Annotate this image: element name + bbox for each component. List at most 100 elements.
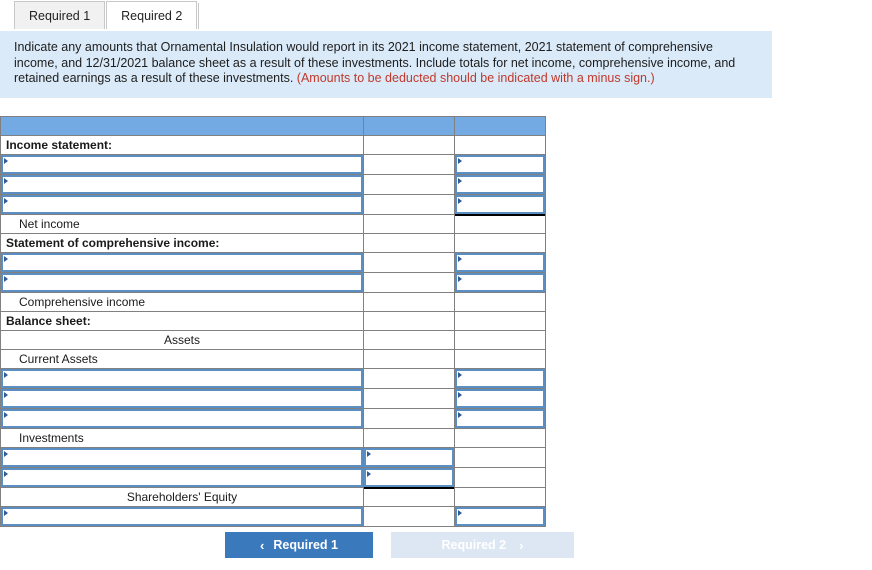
table-row: Comprehensive income [0, 292, 546, 312]
row-right-cell [454, 487, 546, 507]
row-mid-cell [363, 135, 455, 155]
row-label: Balance sheet: [6, 314, 91, 328]
navigation-bar: ‹ Required 1 Required 2 › [0, 532, 872, 562]
amount-input[interactable] [455, 155, 545, 174]
account-select[interactable] [1, 468, 363, 487]
row-label-cell [0, 272, 364, 293]
amount-input[interactable] [455, 389, 545, 408]
tab-required-1-label: Required 1 [29, 8, 91, 23]
amount-input[interactable] [364, 448, 454, 467]
account-select[interactable] [1, 507, 363, 526]
tab-strip-left-edge [0, 1, 14, 29]
row-label-cell: Investments [0, 428, 364, 448]
account-select[interactable] [1, 369, 363, 388]
row-label-cell [0, 408, 364, 429]
amount-input[interactable] [455, 175, 545, 194]
row-mid-cell [363, 428, 455, 448]
amount-input[interactable] [364, 468, 454, 487]
row-right-cell [454, 368, 546, 389]
amount-input[interactable] [455, 507, 545, 526]
tab-required-2[interactable]: Required 2 [106, 1, 198, 29]
account-select[interactable] [1, 155, 363, 174]
table-row: Balance sheet: [0, 311, 546, 331]
table-row: Shareholders' Equity [0, 487, 546, 507]
chevron-right-icon: › [519, 537, 524, 553]
row-right-cell [454, 292, 546, 312]
row-label-cell [0, 447, 364, 468]
row-label-cell: Comprehensive income [0, 292, 364, 312]
row-mid-cell [363, 311, 455, 331]
row-mid-cell [363, 506, 455, 527]
row-right-cell [454, 330, 546, 350]
required-2-nav-button[interactable]: Required 2 › [391, 532, 574, 558]
tab-strip: Required 1 Required 2 [0, 0, 872, 29]
row-mid-cell [363, 349, 455, 369]
row-mid-cell [363, 368, 455, 389]
chevron-left-icon: ‹ [260, 537, 265, 553]
row-label: Statement of comprehensive income: [6, 236, 220, 250]
row-label-cell: Shareholders' Equity [0, 487, 364, 507]
amount-input[interactable] [455, 369, 545, 388]
account-select[interactable] [1, 409, 363, 428]
row-label-cell: Balance sheet: [0, 311, 364, 331]
account-select[interactable] [1, 448, 363, 467]
table-row [0, 272, 546, 293]
account-select[interactable] [1, 389, 363, 408]
row-right-cell [454, 214, 546, 234]
row-mid-cell [363, 330, 455, 350]
row-right-cell [454, 506, 546, 527]
row-mid-cell [363, 174, 455, 195]
account-select[interactable] [1, 273, 363, 292]
row-right-cell [454, 272, 546, 293]
row-mid-cell [363, 467, 455, 488]
row-label-cell [0, 388, 364, 409]
worksheet-table: Income statement: Net income Statement o… [0, 116, 546, 527]
row-label: Investments [19, 431, 84, 445]
row-mid-cell [363, 252, 455, 273]
account-select[interactable] [1, 195, 363, 214]
required-1-nav-label: Required 1 [273, 538, 338, 552]
row-mid-cell [363, 487, 455, 507]
row-mid-cell [363, 233, 455, 253]
table-row [0, 154, 546, 175]
row-right-cell [454, 408, 546, 429]
row-right-cell [454, 388, 546, 409]
row-right-cell [454, 174, 546, 195]
table-row: Investments [0, 428, 546, 448]
instructions-panel: Indicate any amounts that Ornamental Ins… [0, 31, 772, 98]
table-row: Current Assets [0, 349, 546, 369]
amount-input[interactable] [455, 273, 545, 292]
row-label-cell [0, 174, 364, 195]
required-1-nav-button[interactable]: ‹ Required 1 [225, 532, 373, 558]
row-right-cell [454, 428, 546, 448]
worksheet-body: Income statement: Net income Statement o… [0, 116, 546, 527]
account-select[interactable] [1, 175, 363, 194]
row-right-cell [454, 154, 546, 175]
row-label-cell [0, 368, 364, 389]
table-row: Income statement: [0, 135, 546, 155]
tab-required-1[interactable]: Required 1 [14, 1, 106, 29]
row-label-cell [0, 506, 364, 527]
amount-input[interactable] [455, 253, 545, 272]
row-mid-cell [363, 194, 455, 215]
header-cell-label [0, 116, 364, 136]
row-mid-cell [363, 154, 455, 175]
row-label-cell: Income statement: [0, 135, 364, 155]
row-right-cell [454, 233, 546, 253]
row-mid-cell [363, 408, 455, 429]
account-select[interactable] [1, 253, 363, 272]
header-cell-mid [363, 116, 455, 136]
table-row [0, 506, 546, 527]
tab-strip-end-divider [198, 3, 212, 29]
table-row [0, 174, 546, 195]
amount-input[interactable] [455, 195, 545, 214]
row-right-cell [454, 194, 546, 215]
row-label-cell [0, 194, 364, 215]
row-label-cell: Assets [0, 330, 364, 350]
row-label-cell: Statement of comprehensive income: [0, 233, 364, 253]
amount-input[interactable] [455, 409, 545, 428]
required-2-nav-label: Required 2 [441, 538, 507, 552]
row-label: Shareholders' Equity [126, 490, 238, 504]
row-mid-cell [363, 272, 455, 293]
row-right-cell [454, 349, 546, 369]
